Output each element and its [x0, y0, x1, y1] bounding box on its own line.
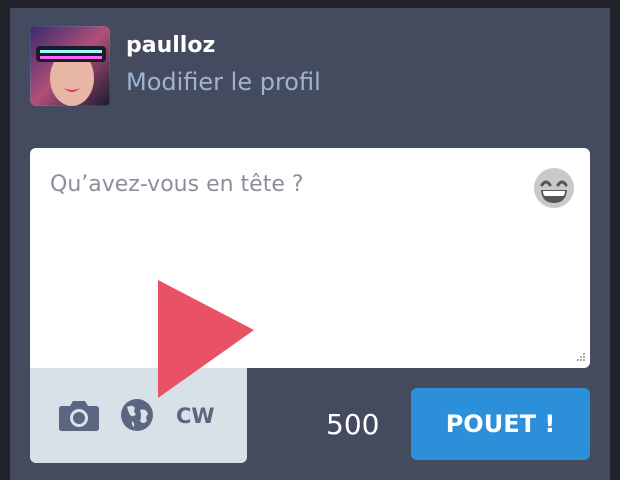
edit-profile-link[interactable]: Modifier le profil: [126, 68, 321, 96]
visibility-button[interactable]: [120, 398, 154, 432]
character-counter: 500: [326, 408, 380, 441]
compose-panel: paulloz Modifier le profil Qu’avez-vous …: [10, 8, 610, 480]
avatar-image: [30, 26, 110, 106]
content-warning-button[interactable]: CW: [176, 404, 215, 428]
compose-toolbar: CW: [30, 368, 247, 463]
username: paulloz: [126, 33, 216, 58]
avatar[interactable]: [30, 26, 110, 106]
globe-icon: [121, 399, 153, 431]
compose-area: [30, 148, 590, 368]
emoji-picker-button[interactable]: [532, 166, 576, 210]
add-media-button[interactable]: [58, 398, 100, 432]
status-textarea[interactable]: [30, 148, 590, 368]
resize-grip-icon[interactable]: [572, 350, 586, 364]
grinning-face-icon: [534, 168, 574, 208]
camera-icon: [59, 401, 99, 431]
publish-button[interactable]: POUET !: [411, 388, 590, 460]
